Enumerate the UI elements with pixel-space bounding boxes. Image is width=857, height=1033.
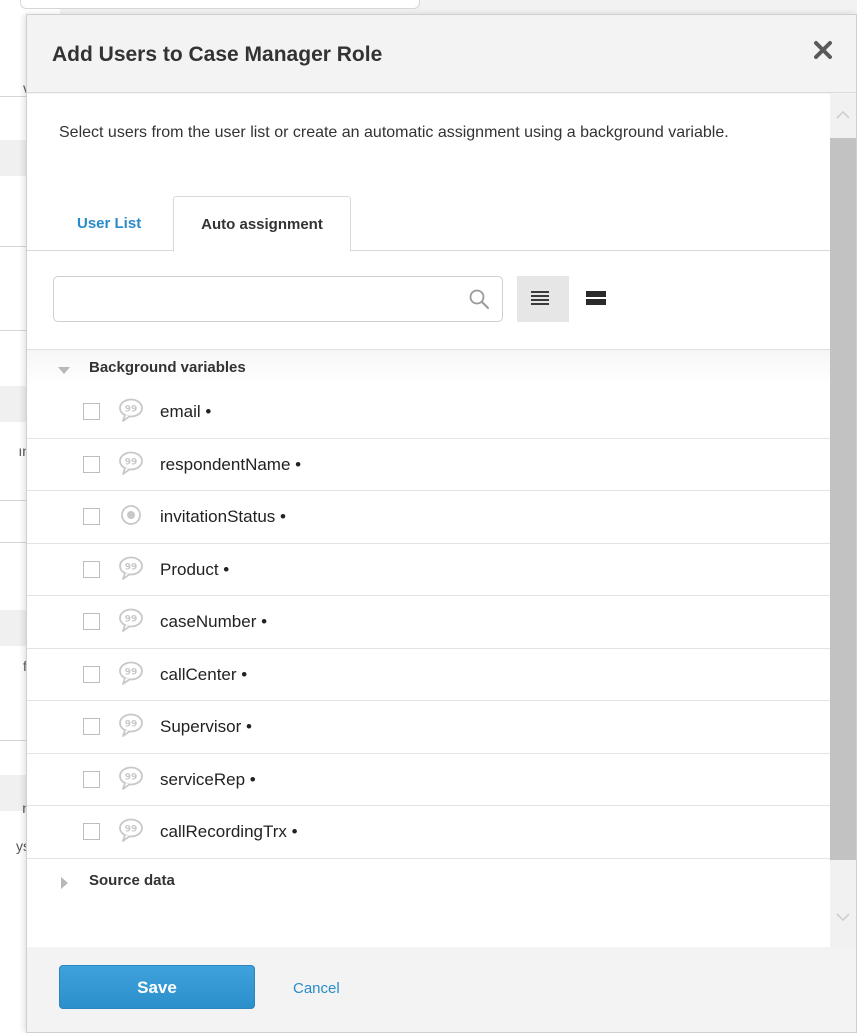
save-button[interactable]: Save <box>59 965 255 1009</box>
close-icon <box>814 41 832 59</box>
triangle-down-icon <box>58 367 70 374</box>
speech-bubble-icon: 99 <box>119 818 143 842</box>
variable-label: callCenter • <box>160 664 248 684</box>
variable-row-callrecordingtrx[interactable]: 99 callRecordingTrx • <box>27 806 830 859</box>
background-top-bar <box>20 0 420 9</box>
speech-bubble-icon: 99 <box>119 451 143 475</box>
variable-label: Product • <box>160 559 230 579</box>
group-background-variables[interactable]: Background variables <box>27 350 830 386</box>
add-users-dialog: Add Users to Case Manager Role Select us… <box>26 14 857 1033</box>
compact-view-icon <box>586 291 606 305</box>
checkbox[interactable] <box>83 770 100 788</box>
variable-label: invitationStatus • <box>160 507 286 526</box>
checkbox[interactable] <box>83 455 100 473</box>
speech-bubble-icon: 99 <box>119 766 143 790</box>
variable-row-product[interactable]: 99 Product • <box>27 544 830 596</box>
variable-row-invitationstatus[interactable]: invitationStatus • <box>27 491 830 544</box>
search-icon[interactable] <box>468 288 490 310</box>
svg-text:99: 99 <box>125 667 138 677</box>
checkbox[interactable] <box>83 613 100 630</box>
variable-row-supervisor[interactable]: 99 Supervisor • <box>27 701 830 754</box>
variable-label: email • <box>160 402 212 421</box>
scroll-down-icon[interactable] <box>830 898 856 938</box>
cancel-link[interactable]: Cancel <box>293 980 340 997</box>
svg-text:99: 99 <box>125 825 138 835</box>
speech-bubble-icon: 99 <box>119 608 143 632</box>
svg-text:99: 99 <box>125 405 138 415</box>
speech-bubble-icon: 99 <box>119 713 143 737</box>
checkbox[interactable] <box>83 718 100 735</box>
svg-text:99: 99 <box>125 772 138 782</box>
group-source-data[interactable]: Source data <box>27 859 830 903</box>
speech-bubble-icon: 99 <box>119 556 143 580</box>
list-view-icon <box>531 291 549 305</box>
svg-text:99: 99 <box>125 615 138 625</box>
speech-bubble-icon: 99 <box>119 661 143 685</box>
variable-tree: Background variables 99 email • 99 respo… <box>27 349 830 903</box>
tab-auto-assignment[interactable]: Auto assignment <box>173 196 351 252</box>
dialog-header: Add Users to Case Manager Role <box>27 15 856 93</box>
svg-text:99: 99 <box>125 457 138 467</box>
compact-view-button[interactable] <box>572 276 624 322</box>
search-input[interactable] <box>54 277 454 321</box>
variable-row-respondentname[interactable]: 99 respondentName • <box>27 439 830 491</box>
variable-label: respondentName • <box>160 454 302 474</box>
svg-text:99: 99 <box>125 720 138 730</box>
variable-row-email[interactable]: 99 email • <box>27 386 830 439</box>
variable-label: callRecordingTrx • <box>160 822 298 841</box>
variable-label: Supervisor • <box>160 717 252 736</box>
close-button[interactable] <box>810 37 836 63</box>
scrollbar-thumb[interactable] <box>830 138 856 860</box>
intro-text: Select users from the user list or creat… <box>59 124 729 141</box>
dialog-title: Add Users to Case Manager Role <box>52 43 383 66</box>
radio-icon <box>121 505 141 525</box>
group-label: Background variables <box>89 359 246 376</box>
list-view-button[interactable] <box>517 276 569 322</box>
svg-text:99: 99 <box>125 562 138 572</box>
tab-bar: User List Auto assignment <box>27 196 830 252</box>
speech-bubble-icon: 99 <box>119 398 143 422</box>
variable-label: caseNumber • <box>160 612 268 631</box>
dialog-body: Select users from the user list or creat… <box>27 94 856 947</box>
search-box <box>53 276 503 322</box>
variable-row-servicerep[interactable]: 99 serviceRep • <box>27 754 830 806</box>
scrollbar[interactable] <box>830 94 856 947</box>
triangle-right-icon <box>61 876 68 889</box>
checkbox[interactable] <box>83 508 100 525</box>
variable-row-callcenter[interactable]: 99 callCenter • <box>27 649 830 701</box>
variable-row-casenumber[interactable]: 99 caseNumber • <box>27 596 830 649</box>
checkbox[interactable] <box>83 403 100 420</box>
dialog-footer: Save Cancel <box>27 947 856 1032</box>
tab-user-list[interactable]: User List <box>77 196 141 251</box>
variable-label: serviceRep • <box>160 769 256 789</box>
scroll-up-icon[interactable] <box>830 94 856 134</box>
checkbox[interactable] <box>83 823 100 840</box>
checkbox[interactable] <box>83 560 100 578</box>
group-label: Source data <box>89 871 175 889</box>
checkbox[interactable] <box>83 665 100 683</box>
